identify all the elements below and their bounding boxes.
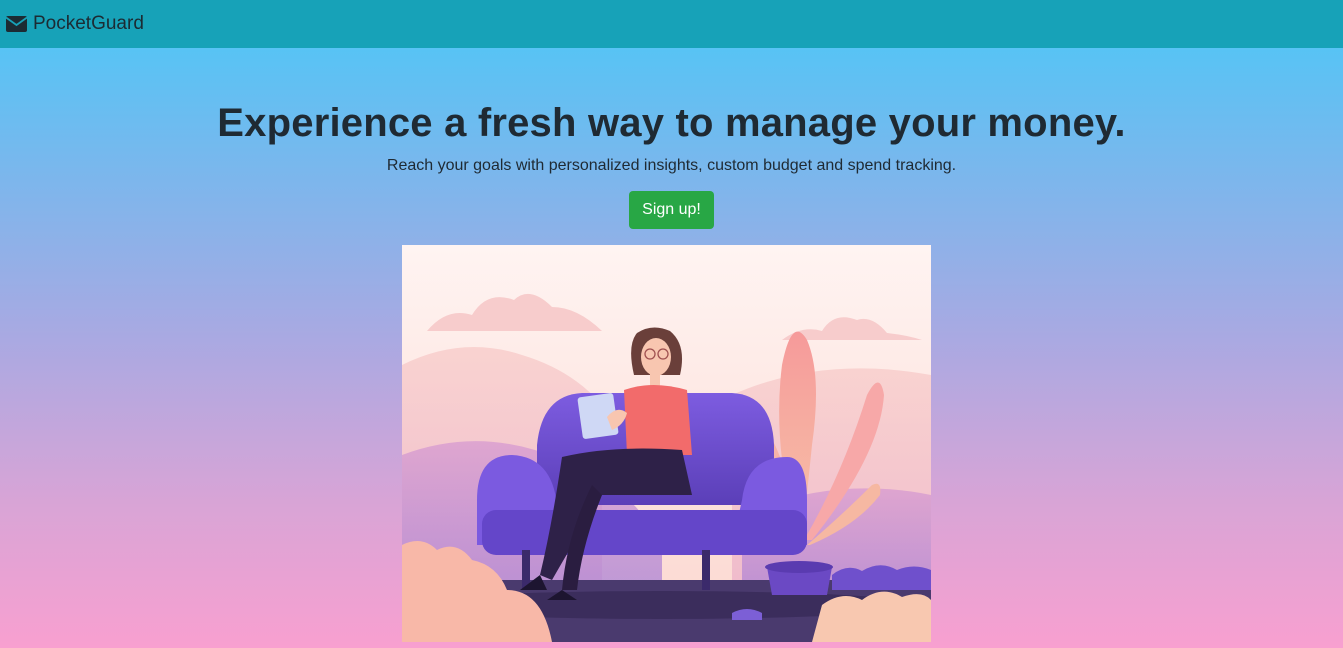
envelope-icon: [6, 16, 27, 32]
sign-up-button[interactable]: Sign up!: [629, 191, 714, 229]
navbar: PocketGuard: [0, 0, 1343, 48]
hero-section: Experience a fresh way to manage your mo…: [0, 95, 1343, 229]
brand-link[interactable]: PocketGuard: [6, 13, 144, 35]
hero-illustration: [402, 245, 931, 642]
hero-subtitle: Reach your goals with personalized insig…: [386, 157, 957, 174]
brand-label: PocketGuard: [33, 13, 144, 34]
hero-headline: Experience a fresh way to manage your mo…: [217, 101, 1126, 145]
